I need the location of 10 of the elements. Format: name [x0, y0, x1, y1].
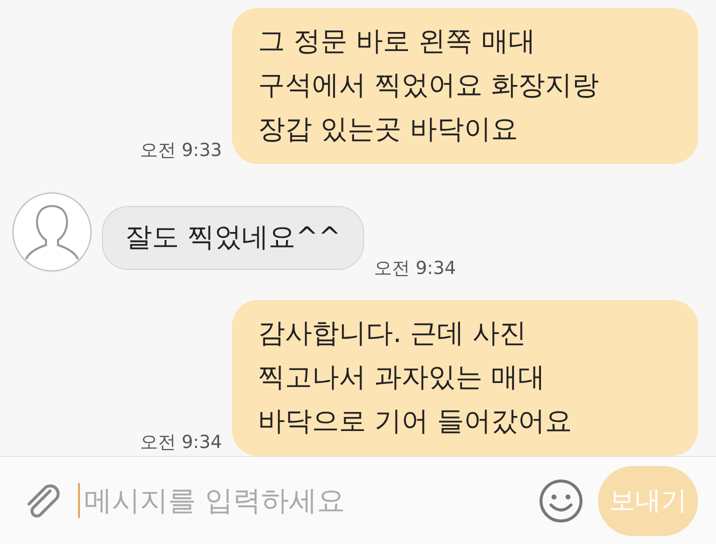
avatar-icon[interactable]: [12, 192, 92, 272]
message-time: 오전 9:34: [140, 431, 222, 454]
message-input-field[interactable]: 메시지를 입력하세요: [78, 483, 524, 518]
received-message: 잘도 찍었네요^^: [102, 206, 364, 270]
message-time: 오전 9:33: [140, 139, 222, 162]
send-button[interactable]: 보내기: [598, 466, 698, 536]
sent-message: 감사합니다. 근데 사진 찍고나서 과자있는 매대 바닥으로 기어 들어갔어요: [232, 300, 698, 456]
emoji-icon[interactable]: [538, 478, 584, 524]
sent-message: 그 정문 바로 왼쪽 매대 구석에서 찍었어요 화장지랑 장갑 있는곳 바닥이요: [232, 8, 698, 164]
message-time: 오전 9:34: [374, 257, 456, 280]
